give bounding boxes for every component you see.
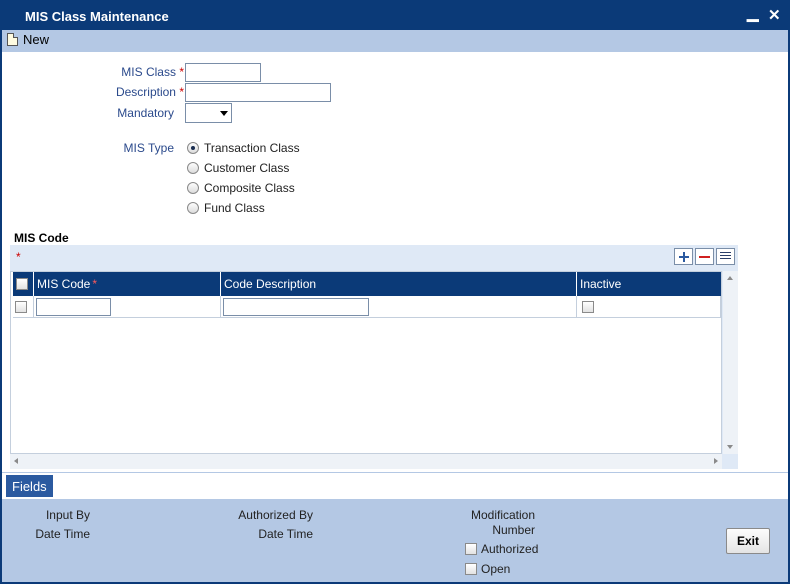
scroll-left-icon[interactable]: [14, 458, 18, 464]
row-select-cell: [13, 296, 34, 318]
select-all-cell: [13, 272, 34, 296]
authorized-checkbox[interactable]: [465, 543, 477, 555]
scroll-right-icon[interactable]: [714, 458, 718, 464]
mandatory-label: Mandatory: [117, 106, 174, 120]
authorized-label: Authorized: [481, 542, 539, 556]
fields-bar: Fields: [2, 472, 788, 498]
column-header-mis-code: MIS Code *: [34, 272, 221, 296]
select-all-checkbox[interactable]: [16, 278, 28, 290]
table-row: [13, 296, 721, 318]
radio-customer-class[interactable]: Customer Class: [187, 161, 289, 175]
fields-button[interactable]: Fields: [6, 475, 53, 497]
delete-row-icon[interactable]: [695, 248, 714, 265]
radio-transaction-class[interactable]: Transaction Class: [187, 141, 300, 155]
new-button-label: New: [23, 32, 50, 47]
code-description-cell: [221, 296, 577, 318]
mis-class-label: MIS Class *: [72, 65, 184, 79]
radio-icon: [187, 162, 199, 174]
mis-class-input[interactable]: [185, 63, 261, 82]
mis-type-label: MIS Type: [123, 141, 174, 155]
mis-code-grid: MIS Code * Code Description Inactive: [10, 271, 722, 454]
number-label: Number: [492, 523, 535, 537]
open-checkbox-row[interactable]: Open: [465, 562, 510, 576]
column-header-inactive: Inactive: [580, 277, 622, 291]
inactive-checkbox[interactable]: [582, 301, 594, 313]
row-select-checkbox[interactable]: [15, 301, 27, 313]
description-label-text: Description: [115, 85, 176, 99]
exit-button[interactable]: Exit: [726, 528, 770, 554]
new-button[interactable]: New: [7, 32, 49, 47]
document-icon: [7, 33, 18, 46]
mis-class-maintenance-window: MIS Class Maintenance ▁ ✕ New MIS Class …: [0, 0, 790, 584]
radio-icon: [187, 202, 199, 214]
radio-fund-class[interactable]: Fund Class: [187, 201, 265, 215]
minimize-icon[interactable]: ▁: [747, 4, 759, 22]
authorized-checkbox-row[interactable]: Authorized: [465, 542, 538, 556]
grid-header: MIS Code * Code Description Inactive: [13, 272, 721, 296]
radio-label: Customer Class: [204, 161, 290, 175]
toolbar: New: [2, 30, 788, 52]
radio-label: Composite Class: [204, 181, 295, 195]
close-icon[interactable]: ✕: [768, 6, 781, 24]
description-label: Description *: [72, 85, 184, 99]
open-label: Open: [481, 562, 511, 576]
required-marker: *: [179, 85, 184, 99]
radio-icon: [187, 182, 199, 194]
code-description-cell-input[interactable]: [223, 298, 369, 316]
required-marker: *: [92, 277, 98, 291]
single-view-icon[interactable]: [716, 248, 735, 265]
radio-label: Transaction Class: [204, 141, 300, 155]
inactive-cell: [577, 296, 721, 318]
date-time-label: Date Time: [258, 527, 313, 541]
window-title: MIS Class Maintenance: [25, 9, 169, 24]
column-header-code-description: Code Description: [221, 272, 577, 296]
mis-code-cell: [34, 296, 221, 318]
scroll-down-icon[interactable]: [727, 445, 733, 449]
description-input[interactable]: [185, 83, 331, 102]
input-by-label: Input By: [45, 508, 90, 522]
radio-label: Fund Class: [204, 201, 265, 215]
mis-class-label-text: MIS Class: [121, 65, 176, 79]
required-marker: *: [179, 65, 184, 79]
chevron-down-icon: [220, 111, 228, 116]
grid-toolbar: *: [10, 245, 738, 269]
horizontal-scrollbar[interactable]: [10, 454, 722, 469]
audit-footer: Input By Date Time Authorized By Date Ti…: [2, 499, 788, 582]
mis-code-grid-panel: * MIS Code * Code Description Inactive: [10, 245, 738, 469]
date-time-label: Date Time: [35, 527, 90, 541]
open-checkbox[interactable]: [465, 563, 477, 575]
column-header-label: MIS Code: [37, 277, 91, 291]
modification-label: Modification: [470, 508, 535, 522]
mis-code-section-title: MIS Code: [14, 231, 69, 245]
vertical-scrollbar[interactable]: [723, 271, 738, 454]
add-row-icon[interactable]: [674, 248, 693, 265]
grid-required-marker: *: [16, 250, 21, 264]
radio-checked-icon: [187, 142, 199, 154]
mis-code-cell-input[interactable]: [36, 298, 111, 316]
radio-composite-class[interactable]: Composite Class: [187, 181, 295, 195]
scroll-up-icon[interactable]: [727, 276, 733, 280]
title-bar: MIS Class Maintenance ▁ ✕: [2, 2, 788, 30]
mandatory-select[interactable]: [185, 103, 232, 123]
authorized-by-label: Authorized By: [238, 508, 313, 522]
